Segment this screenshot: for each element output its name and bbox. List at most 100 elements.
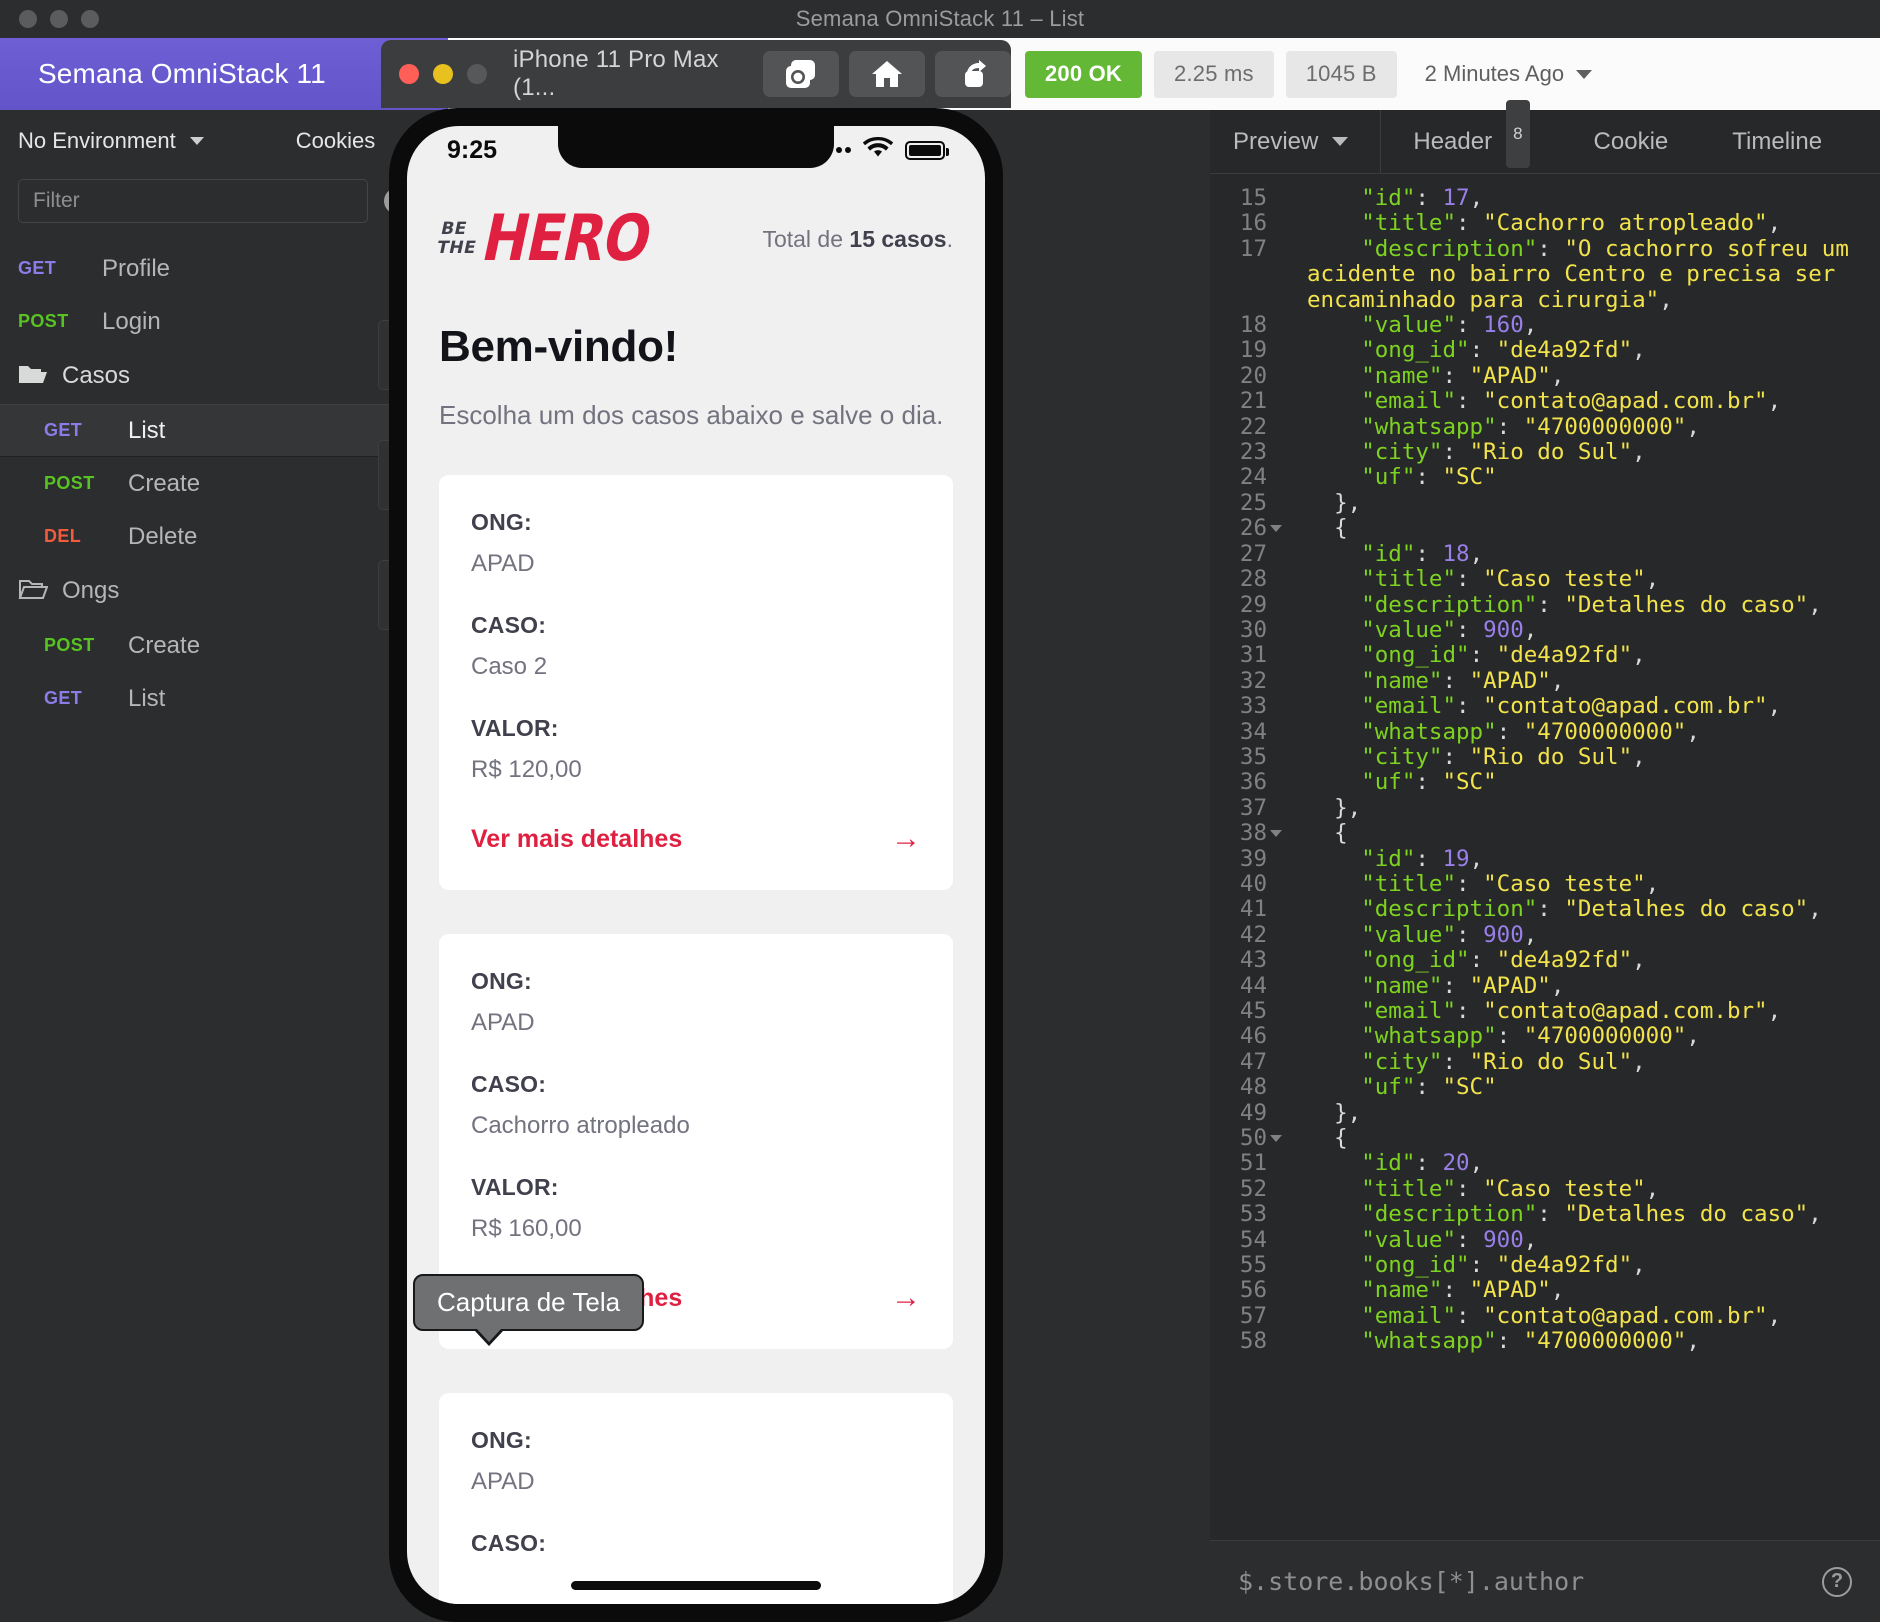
be-the-hero-app: BE THE HERO Total de 15 casos. Bem-vindo…	[407, 174, 985, 1604]
code-text: "id": 18,	[1361, 540, 1484, 567]
arrow-right-icon: →	[891, 1281, 921, 1314]
logo-line-the: THE	[434, 238, 479, 258]
screenshot-camera-icon[interactable]	[763, 51, 839, 97]
simulator-traffic-lights[interactable]	[399, 64, 487, 84]
macos-title-bar: Semana OmniStack 11 – List	[0, 0, 1880, 38]
case-card[interactable]: ONG:APADCASO:VALOR:Ver mais detalhes→	[439, 1393, 953, 1604]
cookies-button[interactable]: Cookies	[296, 128, 375, 154]
code-line: 58 "whatsapp": "4700000000",	[1210, 1328, 1880, 1354]
environment-dropdown[interactable]: No Environment	[18, 128, 204, 154]
code-text: "description": "Detalhes do caso",	[1361, 896, 1822, 923]
line-number	[1210, 262, 1285, 287]
code-line: 20 "name": "APAD",	[1210, 363, 1880, 389]
response-timestamp-dropdown[interactable]: 2 Minutes Ago	[1425, 61, 1593, 87]
card-label-caso: CASO:	[471, 612, 547, 638]
line-number: 39	[1239, 845, 1267, 872]
line-number: 54	[1239, 1226, 1267, 1253]
code-text: },	[1307, 489, 1362, 516]
response-tab-cookie[interactable]: Cookie	[1562, 110, 1701, 174]
card-cta-row[interactable]: Ver mais detalhes →	[471, 822, 921, 856]
card-label-ong: ONG:	[471, 1427, 532, 1453]
simulator-close-button[interactable]	[399, 64, 419, 84]
code-text: "ong_id": "de4a92fd",	[1361, 337, 1646, 364]
code-line: acidente no bairro Centro e precisa ser	[1210, 262, 1880, 287]
card-label-ong: ONG:	[471, 509, 532, 535]
card-value-caso: Cachorro atropleado	[471, 1112, 690, 1139]
fold-triangle-icon[interactable]	[1270, 1135, 1282, 1143]
code-text: acidente no bairro Centro e precisa ser	[1307, 261, 1836, 288]
line-number: 57	[1239, 1302, 1267, 1329]
code-line: 46 "whatsapp": "4700000000",	[1210, 1023, 1880, 1050]
code-line: 45 "email": "contato@apad.com.br",	[1210, 998, 1880, 1024]
code-line: 50 {	[1210, 1125, 1880, 1151]
request-method-label: GET	[44, 420, 83, 440]
response-tab-header[interactable]: Header 8	[1381, 99, 1561, 174]
battery-icon	[905, 140, 949, 160]
case-card[interactable]: ONG: APAD CASO: Caso 2 VALOR: R$ 120,00 Ver ma…	[439, 475, 953, 890]
response-time-badge[interactable]: 2.25 ms	[1154, 50, 1274, 98]
status-badge[interactable]: 200 OK	[1025, 50, 1143, 98]
line-number: 48	[1239, 1074, 1267, 1101]
code-text: "ong_id": "de4a92fd",	[1361, 947, 1646, 974]
environment-label: No Environment	[18, 128, 176, 153]
code-line: 47 "city": "Rio do Sul",	[1210, 1049, 1880, 1075]
workspace-name: Semana OmniStack 11	[38, 58, 326, 89]
response-tab-timeline[interactable]: Timeline	[1700, 110, 1854, 174]
home-icon[interactable]	[849, 51, 925, 97]
code-text: "city": "Rio do Sul",	[1361, 439, 1646, 466]
code-line: 56 "name": "APAD",	[1210, 1278, 1880, 1304]
code-text: },	[1307, 794, 1362, 821]
sidebar-folder-label: Ongs	[62, 577, 120, 604]
window-title: Semana OmniStack 11 – List	[795, 6, 1085, 31]
code-line: 33 "email": "contato@apad.com.br",	[1210, 693, 1880, 720]
code-line: 52 "title": "Caso teste",	[1210, 1176, 1880, 1202]
simulator-zoom-button[interactable]	[467, 64, 487, 84]
code-line: 21 "email": "contato@apad.com.br",	[1210, 388, 1880, 415]
card-label-caso: CASO:	[471, 1071, 547, 1097]
code-text: "email": "contato@apad.com.br",	[1361, 388, 1782, 415]
fold-triangle-icon[interactable]	[1270, 525, 1282, 533]
header-count-badge: 8	[1506, 99, 1530, 168]
jsonpath-input[interactable]	[1238, 1567, 1822, 1596]
ios-simulator-window[interactable]: iPhone 11 Pro Max (1... 9:25 BE THE HERO…	[381, 40, 1011, 1622]
code-text: "description": "O cachorro sofreu um	[1361, 235, 1849, 262]
response-body-viewer[interactable]: 15 "id": 17, 16 "title": "Cachorro atropl…	[1210, 174, 1880, 1540]
app-header: BE THE HERO Total de 15 casos.	[435, 201, 953, 275]
code-line: 49 },	[1210, 1100, 1880, 1126]
line-number: 21	[1239, 388, 1267, 415]
filter-input[interactable]	[18, 179, 368, 223]
card-value-ong: APAD	[471, 550, 535, 577]
code-line: 39 "id": 19,	[1210, 845, 1880, 872]
line-number: 51	[1239, 1150, 1267, 1177]
line-number: 43	[1239, 947, 1267, 974]
simulator-minimize-button[interactable]	[433, 64, 453, 84]
total-cases-count: 15 casos	[849, 225, 947, 252]
code-line: 31 "ong_id": "de4a92fd",	[1210, 642, 1880, 669]
request-method-label: POST	[18, 311, 69, 331]
request-name-label: List	[128, 416, 166, 444]
code-line: 34 "whatsapp": "4700000000",	[1210, 719, 1880, 745]
share-icon[interactable]	[935, 51, 1011, 97]
response-size-badge[interactable]: 1045 B	[1285, 50, 1397, 98]
code-line: 51 "id": 20,	[1210, 1150, 1880, 1177]
response-tab-preview[interactable]: Preview	[1210, 109, 1382, 174]
code-text: "whatsapp": "4700000000",	[1361, 1023, 1700, 1050]
code-text: "email": "contato@apad.com.br",	[1361, 693, 1782, 720]
code-line: 55 "ong_id": "de4a92fd",	[1210, 1252, 1880, 1278]
code-line: 48 "uf": "SC"	[1210, 1074, 1880, 1101]
iphone-device-frame: 9:25 BE THE HERO Total de 15 casos. Bem-…	[389, 108, 1003, 1622]
welcome-subtitle: Escolha um dos casos abaixo e salve o di…	[439, 400, 944, 430]
line-number: 44	[1239, 972, 1267, 999]
code-line: 32 "name": "APAD",	[1210, 668, 1880, 694]
jsonpath-filter-bar: ?	[1210, 1540, 1880, 1622]
line-number: 27	[1239, 540, 1267, 567]
fold-triangle-icon[interactable]	[1270, 830, 1282, 838]
request-name-label: Create	[128, 469, 201, 497]
code-text: "ong_id": "de4a92fd",	[1361, 642, 1646, 669]
ios-status-bar: 9:25	[407, 126, 985, 174]
question-mark-icon[interactable]: ?	[1822, 1566, 1852, 1597]
code-line: 29 "description": "Detalhes do caso",	[1210, 592, 1880, 618]
card-value-ong: APAD	[471, 1468, 535, 1495]
code-line: 37 },	[1210, 794, 1880, 821]
chevron-down-icon[interactable]	[1332, 137, 1349, 146]
